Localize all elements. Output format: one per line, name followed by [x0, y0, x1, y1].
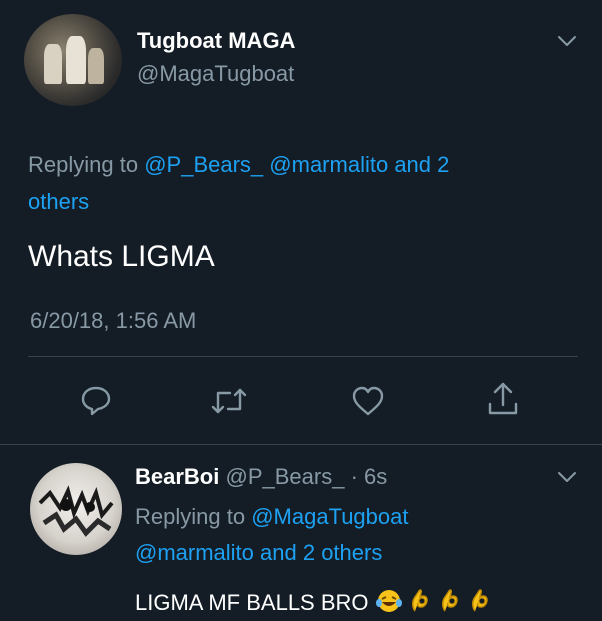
- share-icon[interactable]: [486, 380, 520, 418]
- reply-author-handle[interactable]: @P_Bears_: [225, 464, 344, 489]
- author-handle[interactable]: @MagaTugboat: [137, 61, 294, 87]
- divider: [0, 444, 602, 445]
- divider: [28, 356, 578, 357]
- reply-author-name[interactable]: BearBoi: [135, 464, 219, 489]
- chevron-down-icon[interactable]: [556, 30, 578, 52]
- replying-to-prefix: Replying to: [28, 152, 139, 177]
- ok-hand-emoji-icon: [439, 587, 463, 621]
- tweet-timestamp: 6/20/18, 1:56 AM: [30, 308, 197, 333]
- reply-author-avatar[interactable]: [30, 463, 122, 555]
- ok-hand-emoji-icon: [469, 587, 493, 621]
- chevron-down-icon[interactable]: [556, 466, 578, 488]
- mention-link[interactable]: @MagaTugboat: [251, 504, 408, 529]
- reply-body: LIGMA MF BALLS BRO: [135, 587, 493, 621]
- reply-header: BearBoi @P_Bears_ · 6s: [135, 464, 387, 490]
- mention-link[interactable]: @marmalito: [269, 152, 388, 177]
- replying-to: Replying to @P_Bears_ @marmalito and 2 o…: [28, 146, 568, 220]
- laughing-emoji-icon: [375, 588, 403, 620]
- tweet-text: Whats LIGMA: [28, 240, 215, 273]
- others-link[interactable]: and 2: [394, 152, 449, 177]
- ok-hand-emoji-icon: [409, 587, 433, 621]
- reply-time: · 6s: [350, 464, 388, 489]
- reply-icon[interactable]: [80, 384, 112, 416]
- reply-text: LIGMA MF BALLS BRO: [135, 589, 369, 615]
- like-icon[interactable]: [351, 385, 385, 417]
- retweet-icon[interactable]: [210, 386, 248, 416]
- others-link[interactable]: others: [28, 189, 89, 214]
- replying-to-prefix: Replying to: [135, 504, 246, 529]
- others-link[interactable]: and 2 others: [260, 540, 382, 565]
- author-avatar[interactable]: [24, 14, 122, 106]
- mention-link[interactable]: @marmalito: [135, 540, 254, 565]
- mention-link[interactable]: @P_Bears_: [144, 152, 263, 177]
- author-name[interactable]: Tugboat MAGA: [137, 28, 295, 54]
- reply-replying-to: Replying to @MagaTugboat @marmalito and …: [135, 499, 575, 571]
